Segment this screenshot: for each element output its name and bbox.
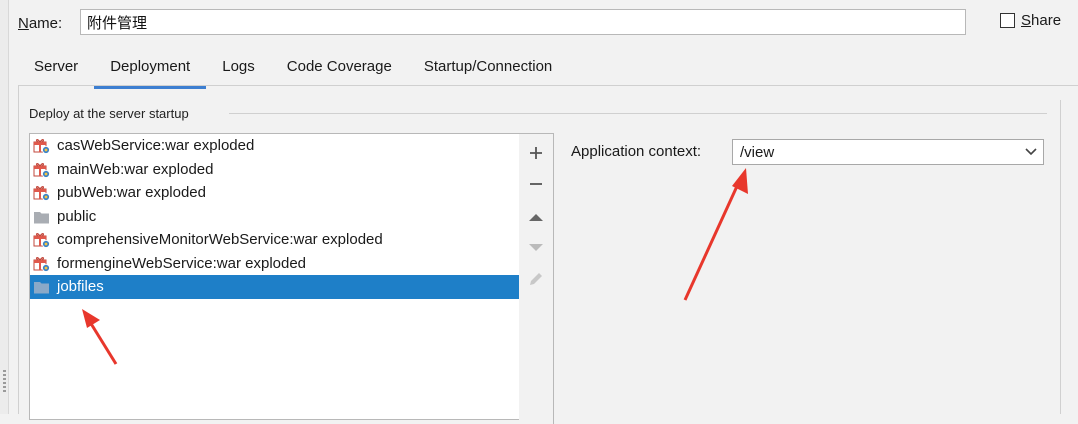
list-item[interactable]: public (30, 205, 520, 229)
application-context-label: Application context: (571, 143, 702, 160)
application-context-value[interactable]: /view (733, 144, 1019, 161)
share-checkbox[interactable] (1000, 13, 1015, 28)
tab-startup-connection[interactable]: Startup/Connection (408, 52, 568, 86)
war-artifact-icon (33, 137, 50, 155)
folder-icon (33, 278, 50, 295)
list-item-label: formengineWebService:war exploded (57, 254, 307, 272)
tab-deployment[interactable]: Deployment (94, 52, 207, 89)
deployment-panel: Deploy at the server startup casWebServi… (18, 86, 1078, 424)
list-item-label: pubWeb:war exploded (57, 184, 206, 202)
application-context-combobox[interactable]: /view (732, 139, 1044, 165)
section-title: Deploy at the server startup (29, 106, 189, 121)
list-item-label: casWebService:war exploded (57, 137, 255, 155)
list-item[interactable]: pubWeb:war exploded (30, 181, 520, 205)
share-label: Share (1021, 12, 1061, 29)
list-item-label: public (57, 207, 97, 225)
list-item-label: comprehensiveMonitorWebService:war explo… (57, 231, 383, 249)
tab-bar: Server Deployment Logs Code Coverage Sta… (18, 52, 568, 89)
tab-logs[interactable]: Logs (206, 52, 271, 86)
chevron-down-icon[interactable] (1019, 148, 1043, 156)
remove-icon[interactable] (527, 175, 545, 193)
name-label: Name: (18, 15, 62, 32)
list-item-label: mainWeb:war exploded (57, 160, 214, 178)
panel-right-edge (1060, 100, 1061, 414)
move-up-icon[interactable] (527, 208, 545, 226)
war-artifact-icon (33, 161, 50, 178)
folder-icon (33, 208, 50, 225)
section-divider (229, 113, 1047, 114)
list-item[interactable]: formengineWebService:war exploded (30, 252, 520, 276)
name-input[interactable] (80, 9, 966, 35)
tab-server[interactable]: Server (18, 52, 94, 86)
resize-grip[interactable] (3, 370, 6, 392)
list-item[interactable]: jobfiles (30, 275, 520, 299)
list-toolbar (519, 133, 554, 424)
deploy-list[interactable]: casWebService:war exploded mainWeb:war ex… (29, 133, 521, 420)
tab-code-coverage[interactable]: Code Coverage (271, 52, 408, 86)
war-artifact-icon (33, 231, 50, 249)
name-row: Name: (18, 10, 76, 36)
list-item[interactable]: mainWeb:war exploded (30, 158, 520, 182)
list-item[interactable]: comprehensiveMonitorWebService:war explo… (30, 228, 520, 252)
name-mnemonic: N (18, 14, 29, 32)
share-checkbox-row[interactable]: Share (1000, 12, 1061, 29)
add-icon[interactable] (527, 144, 545, 162)
name-label-rest: ame: (28, 14, 63, 32)
move-down-icon[interactable] (527, 239, 545, 257)
list-item[interactable]: casWebService:war exploded (30, 134, 520, 158)
share-label-rest: hare (1031, 12, 1062, 29)
edit-icon[interactable] (527, 270, 545, 288)
list-item-label: jobfiles (57, 278, 104, 296)
share-mnemonic: S (1021, 12, 1032, 29)
war-artifact-icon (33, 255, 50, 272)
war-artifact-icon (33, 184, 50, 202)
left-panel-edge (0, 0, 9, 414)
